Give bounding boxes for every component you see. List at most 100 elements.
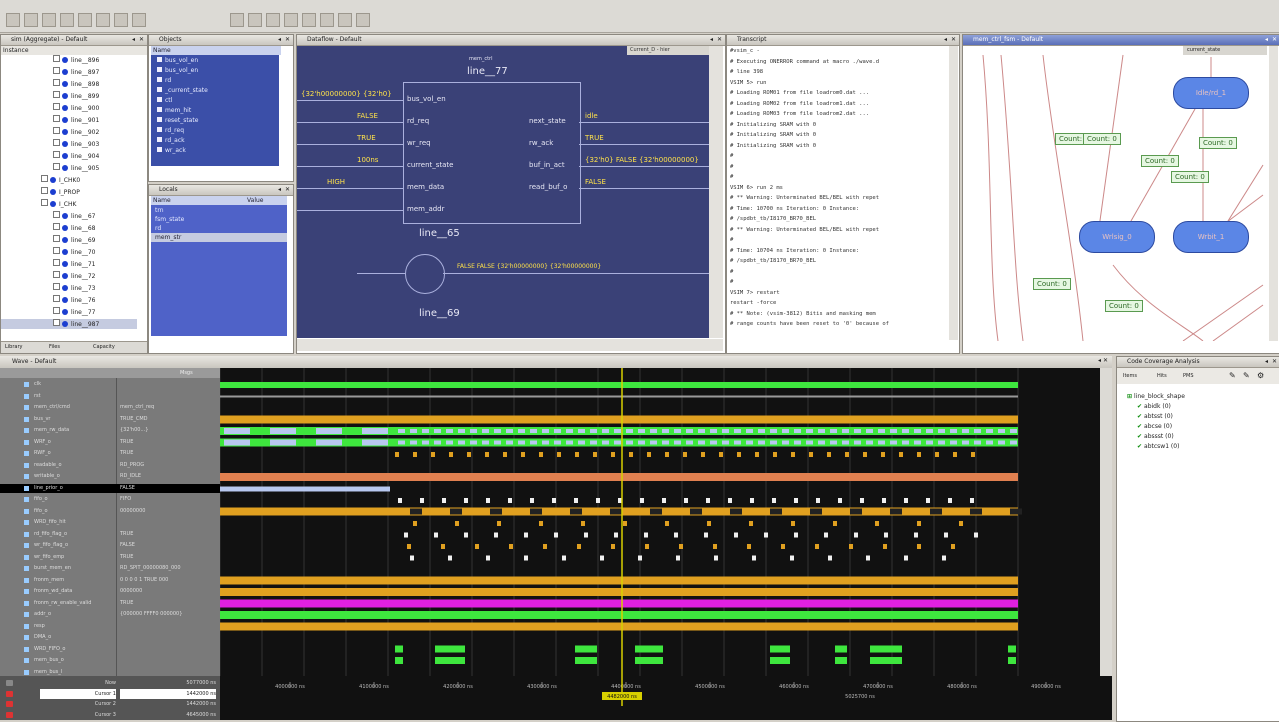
expand-icon[interactable] (53, 91, 60, 98)
signal-row[interactable]: line_prior_o FALSE (0, 483, 220, 493)
open-icon[interactable] (24, 13, 38, 27)
expand-icon[interactable] (53, 223, 60, 230)
expand-icon[interactable] (53, 163, 60, 170)
cursor-row[interactable]: Cursor 2 1442000 ns (0, 699, 220, 709)
signal-row[interactable]: bus_vr TRUE_CMD (0, 415, 220, 424)
expand-icon[interactable] (41, 199, 48, 206)
tree-item[interactable]: line__897 (53, 67, 99, 77)
cursor-row[interactable]: Cursor 3 4645000 ns (0, 710, 220, 720)
expand-icon[interactable] (53, 139, 60, 146)
expand-icon[interactable] (53, 295, 60, 302)
object-item[interactable]: rd_req (157, 126, 184, 135)
signal-row[interactable]: WRF_o TRUE (0, 438, 220, 447)
fsm-state[interactable]: Wrbit_1 (1173, 221, 1249, 253)
tree-item[interactable]: line__70 (53, 247, 95, 257)
signal-row[interactable]: WRD_fifo_hit (0, 518, 220, 527)
copy-icon[interactable] (96, 13, 110, 27)
pane-controls[interactable]: ◂ ✕ (278, 185, 291, 195)
waveform-canvas[interactable] (220, 368, 1100, 684)
step-icon[interactable] (302, 13, 316, 27)
object-item[interactable]: _current_state (157, 86, 208, 95)
undo-icon[interactable] (132, 13, 146, 27)
tree-item[interactable]: line__904 (53, 151, 99, 161)
pane-controls[interactable]: ◂ ✕ (1098, 357, 1108, 364)
new-icon[interactable] (6, 13, 20, 27)
signal-row[interactable]: addr_o {000000 FFFF0 000000} (0, 610, 220, 619)
tree-item[interactable]: I_CHK (41, 199, 76, 209)
signal-row[interactable]: writable_o RD_IDLE (0, 472, 220, 481)
tree-item[interactable]: line__73 (53, 283, 95, 293)
signal-row[interactable]: mem_ctrl/cmd mem_ctrl_req (0, 403, 220, 412)
signal-row[interactable]: wr_fifo_emp TRUE (0, 553, 220, 562)
tree-item[interactable]: I_PROP (41, 187, 80, 197)
local-item[interactable]: mem_str (151, 233, 287, 242)
break-icon[interactable] (356, 13, 370, 27)
expand-icon[interactable] (53, 67, 60, 74)
restart-icon[interactable] (338, 13, 352, 27)
signal-row[interactable]: fronm_mem 0 0 0 0 1 TRUE 000 (0, 576, 220, 585)
edit-icon[interactable]: ✎ (1229, 368, 1236, 384)
expand-icon[interactable] (53, 319, 60, 326)
expand-icon[interactable] (53, 283, 60, 290)
tree-item[interactable]: I_CHK0 (41, 175, 80, 185)
vertical-scrollbar[interactable] (1100, 368, 1112, 684)
gate-symbol[interactable] (405, 254, 445, 294)
object-item[interactable]: mem_hit (157, 106, 191, 115)
object-item[interactable]: reset_state (157, 116, 198, 125)
signal-row[interactable]: wr_fifo_flag_o FALSE (0, 541, 220, 550)
clock-icon[interactable] (6, 680, 13, 686)
object-item[interactable]: ctl (157, 96, 172, 105)
expand-icon[interactable] (41, 175, 48, 182)
signal-row[interactable]: resp (0, 622, 220, 631)
expand-icon[interactable] (53, 115, 60, 122)
find-icon[interactable] (248, 13, 262, 27)
settings-icon[interactable]: ⚙ (1257, 368, 1264, 384)
zoom-icon[interactable] (266, 13, 280, 27)
pane-controls[interactable]: ◂ ✕ (132, 35, 145, 45)
expand-icon[interactable] (53, 103, 60, 110)
vertical-scrollbar[interactable] (949, 46, 958, 340)
object-item[interactable]: wr_ack (157, 146, 186, 155)
tree-item[interactable]: line__905 (53, 163, 99, 173)
tree-item[interactable]: line__77 (53, 307, 95, 317)
tree-item[interactable]: line__69 (53, 235, 95, 245)
redo-icon[interactable] (230, 13, 244, 27)
coverage-item[interactable]: ✔ abcse (0) (1137, 423, 1172, 430)
local-item[interactable]: rd (155, 224, 161, 233)
signal-row[interactable]: fifo_o FIFO (0, 495, 220, 504)
pane-controls[interactable]: ◂ ✕ (944, 35, 957, 45)
signal-row[interactable]: burst_mem_en RD_SPIT_00000080_000 (0, 564, 220, 573)
schematic-tab[interactable]: Current_D - hier (627, 46, 712, 55)
tree-item[interactable]: line__901 (53, 115, 99, 125)
expand-icon[interactable] (53, 271, 60, 278)
local-item[interactable]: trn (155, 206, 164, 215)
signal-row[interactable]: WRD_FIFO_o (0, 645, 220, 654)
expand-icon[interactable] (41, 187, 48, 194)
tree-item[interactable]: line__67 (53, 211, 95, 221)
tab-library[interactable]: Library (5, 344, 22, 350)
coverage-item[interactable]: ✔ abssst (0) (1137, 433, 1174, 440)
vertical-scrollbar[interactable] (709, 46, 723, 338)
coverage-item[interactable]: ⊞ line_block_shape (1127, 393, 1185, 400)
coverage-item[interactable]: ✔ abidk (0) (1137, 403, 1171, 410)
pane-controls[interactable]: ◂ ✕ (1265, 357, 1278, 367)
expand-icon[interactable] (53, 259, 60, 266)
signal-row[interactable]: rst (0, 392, 220, 401)
tree-item[interactable]: line__902 (53, 127, 99, 137)
signal-row[interactable]: fronm_wd_data 0000000 (0, 587, 220, 596)
tree-item[interactable]: line__76 (53, 295, 95, 305)
object-item[interactable]: bus_vol_en (157, 56, 198, 65)
lock-icon[interactable] (6, 701, 13, 707)
signal-row[interactable]: rd_fifo_flag_o TRUE (0, 530, 220, 539)
signal-row[interactable]: mem_bus_o (0, 656, 220, 665)
run-icon[interactable] (284, 13, 298, 27)
save-icon[interactable] (42, 13, 56, 27)
fsm-state[interactable]: Wrlsig_0 (1079, 221, 1155, 253)
expand-icon[interactable] (53, 307, 60, 314)
expand-icon[interactable] (53, 151, 60, 158)
tree-item[interactable]: line__903 (53, 139, 99, 149)
tree-item[interactable]: line__987 (1, 319, 137, 329)
lock-icon[interactable] (6, 711, 13, 718)
lock-icon[interactable] (6, 690, 13, 697)
object-item[interactable]: rd (157, 76, 171, 85)
